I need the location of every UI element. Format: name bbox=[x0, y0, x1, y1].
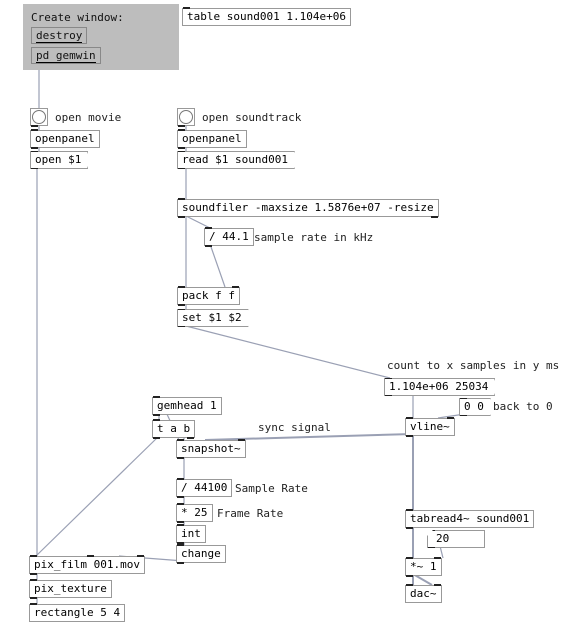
create-window-header: Create window: destroy pd gemwin bbox=[23, 4, 179, 70]
set-msg[interactable]: set $1 $2 bbox=[177, 309, 249, 327]
dac-box[interactable]: dac~ bbox=[405, 585, 442, 603]
change-box[interactable]: change bbox=[176, 545, 226, 563]
vline-text: vline~ bbox=[410, 420, 450, 433]
table-array[interactable]: table sound001 1.104e+06 bbox=[182, 8, 351, 26]
sample-rate-comment: Sample Rate bbox=[232, 481, 311, 496]
div-441-text: / 44.1 bbox=[209, 230, 249, 243]
back-zero-text: 0 0 bbox=[464, 400, 484, 413]
div-441-comment: sample rate in kHz bbox=[251, 230, 376, 245]
div-44100-text: / 44100 bbox=[181, 481, 227, 494]
number-box-value: 20 bbox=[436, 532, 449, 545]
frame-rate-comment: Frame Rate bbox=[214, 506, 286, 521]
open-movie-label: open movie bbox=[52, 110, 124, 125]
snapshot-box[interactable]: snapshot~ bbox=[176, 440, 246, 458]
div-441-box[interactable]: / 44.1 bbox=[204, 228, 254, 246]
pixfilm-text: pix_film 001.mov bbox=[34, 558, 140, 571]
back-zero-msg[interactable]: 0 0 bbox=[459, 398, 491, 416]
open-movie-bang[interactable] bbox=[30, 108, 48, 126]
set-text: set $1 $2 bbox=[182, 311, 242, 324]
count-comment: count to x samples in y ms bbox=[384, 358, 562, 373]
pd-gemwin-subpatch[interactable]: pd gemwin bbox=[31, 47, 101, 64]
mul-25-text: * 25 bbox=[181, 506, 208, 519]
openpanel-sound[interactable]: openpanel bbox=[177, 130, 247, 148]
openpanel-sound-text: openpanel bbox=[182, 132, 242, 145]
soundfiler-box[interactable]: soundfiler -maxsize 1.5876e+07 -resize bbox=[177, 199, 439, 217]
open-sound-label: open soundtrack bbox=[199, 110, 304, 125]
tabread-text: tabread4~ sound001 bbox=[410, 512, 529, 525]
table-label: table sound001 1.104e+06 bbox=[187, 10, 346, 23]
pixfilm-box[interactable]: pix_film 001.mov bbox=[29, 556, 145, 574]
tab-text: t a b bbox=[157, 422, 190, 435]
mul-25-box[interactable]: * 25 bbox=[176, 504, 213, 522]
openpanel-movie[interactable]: openpanel bbox=[30, 130, 100, 148]
sync-signal-comment: sync signal bbox=[255, 420, 334, 435]
pixtexture-box[interactable]: pix_texture bbox=[29, 580, 112, 598]
soundfiler-text: soundfiler -maxsize 1.5876e+07 -resize bbox=[182, 201, 434, 214]
snapshot-text: snapshot~ bbox=[181, 442, 241, 455]
pack-box[interactable]: pack f f bbox=[177, 287, 240, 305]
int-box[interactable]: int bbox=[176, 525, 206, 543]
mul-1-box[interactable]: *~ 1 bbox=[405, 558, 442, 576]
div-44100-box[interactable]: / 44100 bbox=[176, 479, 232, 497]
create-window-title: Create window: bbox=[31, 10, 171, 25]
int-text: int bbox=[181, 527, 201, 540]
mul-1-text: *~ 1 bbox=[410, 560, 437, 573]
gemhead-text: gemhead 1 bbox=[157, 399, 217, 412]
pack-text: pack f f bbox=[182, 289, 235, 302]
change-text: change bbox=[181, 547, 221, 560]
gemhead-box[interactable]: gemhead 1 bbox=[152, 397, 222, 415]
open-movie-text: open $1 bbox=[35, 153, 81, 166]
dac-text: dac~ bbox=[410, 587, 437, 600]
rectangle-text: rectangle 5 4 bbox=[34, 606, 120, 619]
tabread-box[interactable]: tabread4~ sound001 bbox=[405, 510, 534, 528]
open-sound-bang[interactable] bbox=[177, 108, 195, 126]
read-sound-text: read $1 sound001 bbox=[182, 153, 288, 166]
open-movie-msg[interactable]: open $1 bbox=[30, 151, 88, 169]
tab-box[interactable]: t a b bbox=[152, 420, 195, 438]
openpanel-movie-text: openpanel bbox=[35, 132, 95, 145]
number-box[interactable]: 20 bbox=[427, 530, 485, 548]
read-sound-msg[interactable]: read $1 sound001 bbox=[177, 151, 295, 169]
destroy-msg[interactable]: destroy bbox=[31, 27, 87, 44]
pixtexture-text: pix_texture bbox=[34, 582, 107, 595]
back-zero-comment: back to 0 bbox=[490, 399, 556, 414]
vline-box[interactable]: vline~ bbox=[405, 418, 455, 436]
count-values-text: 1.104e+06 25034 bbox=[389, 380, 488, 393]
count-values-msg[interactable]: 1.104e+06 25034 bbox=[384, 378, 495, 396]
rectangle-box[interactable]: rectangle 5 4 bbox=[29, 604, 125, 622]
